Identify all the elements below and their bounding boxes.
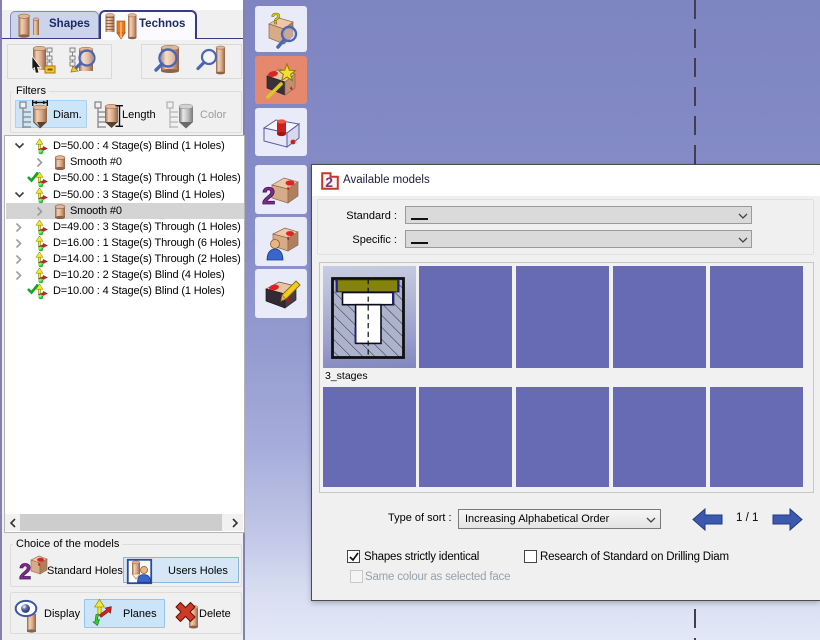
- svg-text:?: ?: [271, 11, 281, 28]
- svg-text:2: 2: [262, 183, 275, 210]
- svg-text:2: 2: [19, 559, 31, 584]
- svg-text:2: 2: [325, 174, 333, 190]
